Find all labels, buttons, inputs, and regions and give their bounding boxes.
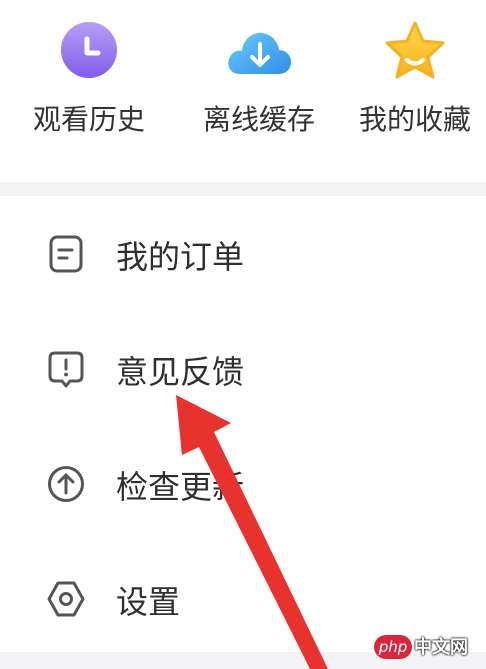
quick-action-history[interactable]: 观看历史 <box>14 0 164 182</box>
menu-item-label: 我的订单 <box>116 238 245 276</box>
quick-action-offline-cache[interactable]: 离线缓存 <box>184 0 334 182</box>
quick-action-label: 离线缓存 <box>202 103 315 136</box>
cloud-download-icon <box>228 32 292 74</box>
quick-action-label: 观看历史 <box>32 103 145 136</box>
menu-item-label: 检查更新 <box>116 468 245 506</box>
clock-icon <box>61 22 117 78</box>
quick-action-favorites[interactable]: 我的收藏 <box>340 0 486 182</box>
watermark: php 中文网 <box>374 633 482 663</box>
menu-item-label: 设置 <box>116 583 181 621</box>
watermark-site: 中文网 <box>414 637 468 658</box>
menu-item-feedback[interactable]: 意见反馈 <box>0 311 486 426</box>
order-icon <box>49 235 83 273</box>
feedback-icon <box>48 351 84 388</box>
watermark-badge: php <box>374 635 412 659</box>
quick-action-label: 我的收藏 <box>358 103 471 136</box>
settings-icon <box>47 581 85 617</box>
star-icon <box>385 21 445 79</box>
menu-item-orders[interactable]: 我的订单 <box>0 196 486 311</box>
quick-actions: 观看历史 离线缓存 我的收藏 <box>0 0 486 182</box>
menu-item-label: 意见反馈 <box>116 353 245 391</box>
update-icon <box>48 466 84 502</box>
section-divider <box>0 182 486 196</box>
menu-item-check-update[interactable]: 检查更新 <box>0 426 486 541</box>
